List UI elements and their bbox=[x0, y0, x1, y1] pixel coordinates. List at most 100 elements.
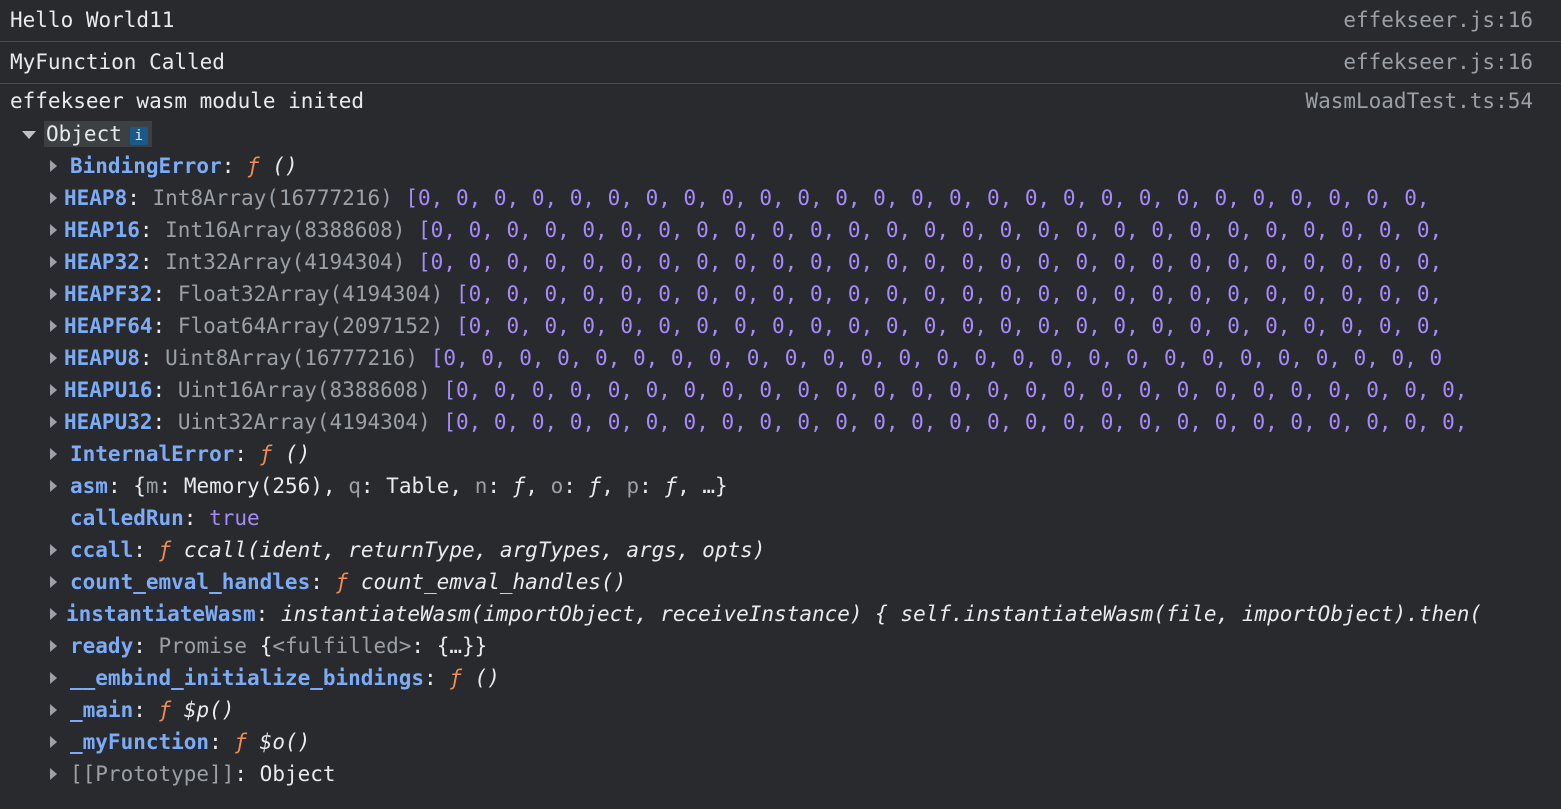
object-label[interactable]: Object i bbox=[44, 121, 152, 147]
property-key: HEAP8 bbox=[64, 186, 128, 210]
function-signature: ccall(ident, returnType, argTypes, args,… bbox=[171, 538, 766, 562]
property-key: BindingError bbox=[70, 154, 222, 178]
preview-key: m bbox=[145, 474, 159, 498]
collapsed-triangle-icon[interactable] bbox=[50, 736, 57, 748]
array-values: [0, 0, 0, 0, 0, 0, 0, 0, 0, 0, 0, 0, 0, … bbox=[405, 186, 1430, 210]
property-row-myfunction[interactable]: _myFunction: ƒ $o() bbox=[0, 726, 1561, 758]
devtools-console: Hello World11 effekseer.js:16 MyFunction… bbox=[0, 0, 1561, 809]
collapsed-triangle-icon[interactable] bbox=[50, 448, 57, 460]
property-content: HEAP16: Int16Array(8388608) [0, 0, 0, 0,… bbox=[64, 218, 1443, 242]
collapsed-triangle-icon[interactable] bbox=[50, 256, 57, 268]
collapsed-triangle-icon[interactable] bbox=[50, 608, 57, 620]
property-row-heap16[interactable]: HEAP16: Int16Array(8388608) [0, 0, 0, 0,… bbox=[0, 214, 1561, 246]
preview-key: n bbox=[474, 474, 488, 498]
array-type: Float32Array(4194304) bbox=[177, 282, 444, 306]
array-values: [0, 0, 0, 0, 0, 0, 0, 0, 0, 0, 0, 0, 0, … bbox=[443, 410, 1468, 434]
function-signature: () bbox=[272, 442, 311, 466]
property-row-asm[interactable]: asm: {m: Memory(256), q: Table, n: ƒ, o:… bbox=[0, 470, 1561, 502]
info-icon[interactable]: i bbox=[129, 127, 148, 145]
array-type: Int16Array(8388608) bbox=[165, 218, 406, 242]
property-content: HEAP8: Int8Array(16777216) [0, 0, 0, 0, … bbox=[64, 186, 1430, 210]
property-row-heap8[interactable]: HEAP8: Int8Array(16777216) [0, 0, 0, 0, … bbox=[0, 182, 1561, 214]
property-row-prototype[interactable]: [[Prototype]]: Object bbox=[0, 758, 1561, 790]
array-type: Int8Array(16777216) bbox=[152, 186, 393, 210]
property-content: HEAPU16: Uint16Array(8388608) [0, 0, 0, … bbox=[64, 378, 1468, 402]
collapsed-triangle-icon[interactable] bbox=[50, 480, 57, 492]
property-row-heapu16[interactable]: HEAPU16: Uint16Array(8388608) [0, 0, 0, … bbox=[0, 374, 1561, 406]
property-content: HEAPU32: Uint32Array(4194304) [0, 0, 0, … bbox=[64, 410, 1468, 434]
message-text: MyFunction Called bbox=[10, 50, 225, 74]
property-row-heapf32[interactable]: HEAPF32: Float32Array(4194304) [0, 0, 0,… bbox=[0, 278, 1561, 310]
property-key: HEAPF64 bbox=[64, 314, 153, 338]
array-type: Float64Array(2097152) bbox=[177, 314, 444, 338]
function-signature: instantiateWasm(importObject, receiveIns… bbox=[280, 602, 1483, 626]
source-link[interactable]: effekseer.js:16 bbox=[1343, 0, 1533, 41]
property-row-heapu8[interactable]: HEAPU8: Uint8Array(16777216) [0, 0, 0, 0… bbox=[0, 342, 1561, 374]
console-message: Hello World11 effekseer.js:16 bbox=[0, 0, 1561, 42]
property-content: asm: {m: Memory(256), q: Table, n: ƒ, o:… bbox=[70, 474, 728, 498]
array-values: [0, 0, 0, 0, 0, 0, 0, 0, 0, 0, 0, 0, 0, … bbox=[455, 314, 1443, 338]
property-content: __embind_initialize_bindings: ƒ () bbox=[70, 666, 500, 690]
prototype-value: Object bbox=[259, 762, 336, 786]
property-row-count-emval-handles[interactable]: count_emval_handles: ƒ count_emval_handl… bbox=[0, 566, 1561, 598]
preview-key: p bbox=[626, 474, 640, 498]
property-key: count_emval_handles bbox=[70, 570, 311, 594]
console-message: effekseer wasm module inited WasmLoadTes… bbox=[0, 84, 1561, 116]
property-row-ccall[interactable]: ccall: ƒ ccall(ident, returnType, argTyp… bbox=[0, 534, 1561, 566]
expand-triangle-icon[interactable] bbox=[22, 131, 36, 139]
collapsed-triangle-icon[interactable] bbox=[50, 320, 57, 332]
preview-ellipsis: : {…}} bbox=[411, 634, 488, 658]
property-row-heapu32[interactable]: HEAPU32: Uint32Array(4194304) [0, 0, 0, … bbox=[0, 406, 1561, 438]
property-key: _myFunction bbox=[70, 730, 210, 754]
source-link[interactable]: effekseer.js:16 bbox=[1343, 42, 1533, 83]
array-type: Uint8Array(16777216) bbox=[165, 346, 419, 370]
collapsed-triangle-icon[interactable] bbox=[50, 192, 57, 204]
property-row-main[interactable]: _main: ƒ $p() bbox=[0, 694, 1561, 726]
object-open-brace: { bbox=[259, 634, 273, 658]
property-content: InternalError: ƒ () bbox=[70, 442, 311, 466]
collapsed-triangle-icon[interactable] bbox=[50, 288, 57, 300]
preview-ellipsis: …} bbox=[702, 474, 728, 498]
property-content: _myFunction: ƒ $o() bbox=[70, 730, 311, 754]
property-content: HEAPU8: Uint8Array(16777216) [0, 0, 0, 0… bbox=[64, 346, 1443, 370]
property-key: HEAPU32 bbox=[64, 410, 153, 434]
source-link[interactable]: WasmLoadTest.ts:54 bbox=[1305, 84, 1533, 118]
property-content: _main: ƒ $p() bbox=[70, 698, 235, 722]
collapsed-triangle-icon[interactable] bbox=[50, 640, 57, 652]
property-key: InternalError bbox=[70, 442, 235, 466]
property-key: HEAPF32 bbox=[64, 282, 153, 306]
property-row-heapf64[interactable]: HEAPF64: Float64Array(2097152) [0, 0, 0,… bbox=[0, 310, 1561, 342]
property-row-ready[interactable]: ready: Promise {<fulfilled>: {…}} bbox=[0, 630, 1561, 662]
property-key: calledRun bbox=[70, 506, 184, 530]
property-key: __embind_initialize_bindings bbox=[70, 666, 425, 690]
function-signature: () bbox=[259, 154, 298, 178]
property-key: HEAP16 bbox=[64, 218, 140, 242]
promise-state: <fulfilled> bbox=[272, 634, 412, 658]
function-signature: $o() bbox=[247, 730, 311, 754]
property-row-internalerror[interactable]: InternalError: ƒ () bbox=[0, 438, 1561, 470]
collapsed-triangle-icon[interactable] bbox=[50, 768, 57, 780]
array-values: [0, 0, 0, 0, 0, 0, 0, 0, 0, 0, 0, 0, 0, … bbox=[418, 218, 1443, 242]
array-values: [0, 0, 0, 0, 0, 0, 0, 0, 0, 0, 0, 0, 0, … bbox=[455, 282, 1443, 306]
property-row-bindingerror[interactable]: BindingError: ƒ () bbox=[0, 150, 1561, 182]
collapsed-triangle-icon[interactable] bbox=[50, 160, 57, 172]
collapsed-triangle-icon[interactable] bbox=[50, 416, 57, 428]
property-row-heap32[interactable]: HEAP32: Int32Array(4194304) [0, 0, 0, 0,… bbox=[0, 246, 1561, 278]
collapsed-triangle-icon[interactable] bbox=[50, 544, 57, 556]
property-key: asm bbox=[70, 474, 108, 498]
collapsed-triangle-icon[interactable] bbox=[50, 384, 57, 396]
property-content: count_emval_handles: ƒ count_emval_handl… bbox=[70, 570, 627, 594]
property-row-embind-initialize-bindings[interactable]: __embind_initialize_bindings: ƒ () bbox=[0, 662, 1561, 694]
collapsed-triangle-icon[interactable] bbox=[50, 224, 57, 236]
collapsed-triangle-icon[interactable] bbox=[50, 352, 57, 364]
property-row-instantiatewasm[interactable]: instantiateWasm: instantiateWasm(importO… bbox=[0, 598, 1561, 630]
property-content: HEAPF32: Float32Array(4194304) [0, 0, 0,… bbox=[64, 282, 1443, 306]
collapsed-triangle-icon[interactable] bbox=[50, 672, 57, 684]
property-content: HEAP32: Int32Array(4194304) [0, 0, 0, 0,… bbox=[64, 250, 1443, 274]
array-values: [0, 0, 0, 0, 0, 0, 0, 0, 0, 0, 0, 0, 0, … bbox=[443, 378, 1468, 402]
property-content: BindingError: ƒ () bbox=[70, 154, 298, 178]
function-signature: () bbox=[461, 666, 500, 690]
function-signature: count_emval_handles() bbox=[348, 570, 627, 594]
collapsed-triangle-icon[interactable] bbox=[50, 704, 57, 716]
collapsed-triangle-icon[interactable] bbox=[50, 576, 57, 588]
